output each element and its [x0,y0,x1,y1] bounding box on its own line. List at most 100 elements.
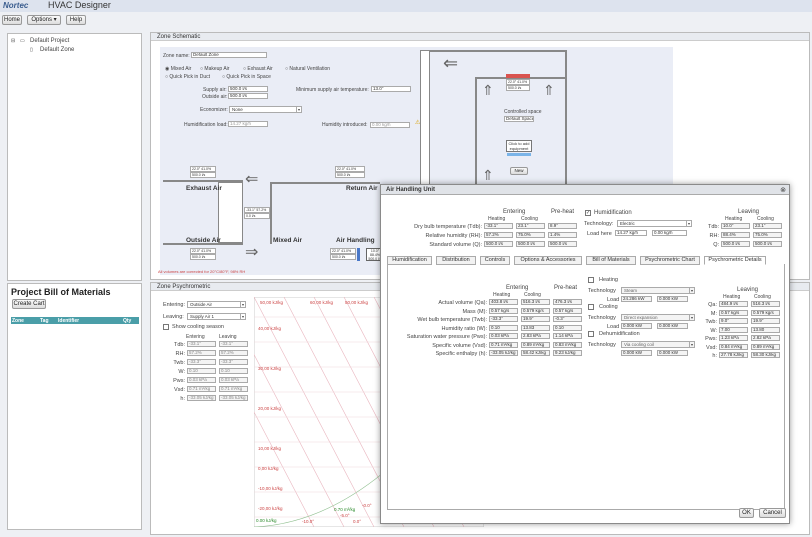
cooling-value[interactable]: 500.0 l/s [516,241,545,247]
leaving-cooling[interactable]: 516.3 l/s [751,301,780,307]
heating-value[interactable]: 500.0 l/s [484,241,513,247]
supply-air-input[interactable]: 500.0 l/s [228,86,268,92]
entering-value[interactable]: 0.10 [187,368,216,374]
options-menu-button[interactable]: Options ▾ [27,15,61,25]
leaving-cooling[interactable]: 75.0% [753,232,782,238]
zone-name-input[interactable]: Default Zone [191,52,267,58]
heating-value[interactable]: 0.03 kPa [489,333,518,339]
heating-value[interactable]: 0.57 kg/s [489,307,518,314]
close-icon[interactable]: ⊗ [780,186,786,194]
entering-value[interactable]: 57.2% [187,350,216,356]
preheat-value[interactable]: 8.9° [548,223,577,229]
radio-mixed-air[interactable]: ◉ Mixed Air [165,66,191,72]
cooling-value[interactable]: 516.3 l/s [521,299,550,305]
cooling-value[interactable]: 2.83 kPa [521,333,550,339]
cooling-value[interactable]: 23.1° [516,223,545,229]
entering-value[interactable]: 0.71 m³/kg [187,386,216,392]
heating-value[interactable]: -33.1° [484,223,513,229]
preheat-value[interactable]: 9.23 kJ/kg [553,350,582,356]
add-equipment-button[interactable]: Click to add equipment [506,140,532,152]
preheat-value[interactable]: 0.57 kg/s [553,307,582,314]
leaving-cooling[interactable]: 2.82 kPa [751,335,780,341]
preheat-value[interactable]: 476.3 l/s [553,299,582,305]
outside-air-input[interactable]: 500.0 l/s [228,93,268,99]
heating-value[interactable]: 403.8 l/s [489,299,518,305]
space-name-input[interactable]: Default Space [504,116,534,122]
cancel-button[interactable]: Cancel [759,508,786,518]
leaving-value[interactable]: -33.1° [219,341,248,347]
heating-value[interactable]: 57.2% [484,232,513,238]
radio-quick-pick-space[interactable]: ○ Quick Pick in Space [222,74,271,80]
cooling-value[interactable]: 0.579 kg/s [521,307,550,314]
entering-select[interactable]: Outside Air ▾ [187,301,246,308]
leaving-heating[interactable]: 7.00 [719,326,748,333]
leaving-heating[interactable]: 88.4% [721,232,750,238]
load-input[interactable]: 14.27 kg/h [615,230,647,236]
humid-technology-select[interactable]: Electric ▾ [617,220,692,227]
entering-value[interactable]: -33.05 kJ/kg [187,395,216,401]
help-button[interactable]: Help [66,15,86,25]
preheat-value[interactable]: -0.3° [553,316,582,322]
radio-makeup-air[interactable]: ○ Makeup Air [200,66,229,72]
heating-checkbox[interactable] [588,277,594,283]
preheat-value[interactable]: 500.0 l/s [548,241,577,247]
cooling-value[interactable]: 0.89 m³/kg [521,341,550,348]
leaving-value[interactable]: -33.3° [219,359,248,365]
leaving-cooling[interactable]: 23.1° [753,223,782,229]
heating-value[interactable]: -33.3° [489,316,518,322]
tree-project[interactable]: Default Project [30,38,69,44]
entering-value[interactable]: -33.1° [187,341,216,347]
leaving-cooling[interactable]: 13.80 [751,326,780,333]
preheat-value[interactable]: 0.83 m³/kg [553,341,582,348]
economizer-select[interactable]: None ▾ [229,106,302,113]
leaving-value[interactable]: 57.2% [219,350,248,356]
leaving-cooling[interactable]: 500.0 l/s [753,241,782,247]
leaving-heating[interactable]: 1.23 kPa [719,335,748,341]
preheat-value[interactable]: 0.10 [553,324,582,331]
leaving-cooling[interactable]: 0.89 m³/kg [751,343,780,350]
cooling-value[interactable]: 75.0% [516,232,545,238]
leaving-cooling[interactable]: 0.579 kg/s [751,309,780,316]
new-button[interactable]: New [510,167,528,175]
leaving-cooling[interactable]: 58.30 kJ/kg [751,352,780,358]
min-supply-input[interactable]: 13.0° [371,86,411,92]
load-input-2[interactable]: 0.00 kg/h [652,230,687,236]
leaving-value[interactable]: 0.03 kPa [219,377,248,383]
preheat-value[interactable]: 1.4% [548,232,577,238]
entering-value[interactable]: -33.3° [187,359,216,365]
radio-natural-ventilation[interactable]: ○ Natural Ventilation [285,66,330,72]
create-cart-button[interactable]: Create Cart [12,299,46,309]
tree-zone[interactable]: Default Zone [40,47,74,53]
leaving-heating[interactable]: 10.0° [721,223,750,229]
leaving-heating[interactable]: 500.0 l/s [721,241,750,247]
leaving-heating[interactable]: 484.9 l/s [719,301,748,307]
zone-schematic-header[interactable]: Zone Schematic [151,33,809,41]
radio-quick-pick-duct[interactable]: ○ Quick Pick in Duct [165,74,210,80]
leaving-value[interactable]: 0.71 m³/kg [219,386,248,392]
leaving-heating[interactable]: 0.57 kg/s [719,309,748,316]
leaving-heating[interactable]: 27.78 kJ/kg [719,352,748,358]
entering-value[interactable]: 0.03 kPa [187,377,216,383]
cooling-checkbox[interactable] [588,304,594,310]
cooling-season-checkbox[interactable] [163,324,169,330]
humidification-checkbox[interactable]: ✓ [585,210,591,216]
cooling-subheader: Cooling [754,294,771,300]
radio-exhaust-air[interactable]: ○ Exhaust Air [243,66,273,72]
preheat-value[interactable]: 1.14 kPa [553,333,582,339]
cooling-value[interactable]: 13.83 [521,324,550,331]
heating-value[interactable]: -33.05 kJ/kg [489,350,518,356]
home-button[interactable]: Home [2,15,22,25]
collapse-icon[interactable]: ⊟ [11,38,15,44]
leaving-cooling[interactable]: 19.9° [751,318,780,324]
leaving-value[interactable]: 0.10 [219,368,248,374]
cooling-value[interactable]: 58.42 kJ/kg [521,350,550,356]
dehumidification-checkbox[interactable] [588,331,594,337]
leaving-heating[interactable]: 9.0° [719,318,748,324]
leaving-heating[interactable]: 0.84 m³/kg [719,343,748,350]
heating-value[interactable]: 0.10 [489,324,518,331]
leaving-value[interactable]: -33.05 kJ/kg [219,395,248,401]
cooling-value[interactable]: 19.9° [521,316,550,322]
leaving-select[interactable]: Supply Air 1 ▾ [187,313,246,320]
ok-button[interactable]: OK [739,508,754,518]
heating-value[interactable]: 0.71 m³/kg [489,341,518,348]
